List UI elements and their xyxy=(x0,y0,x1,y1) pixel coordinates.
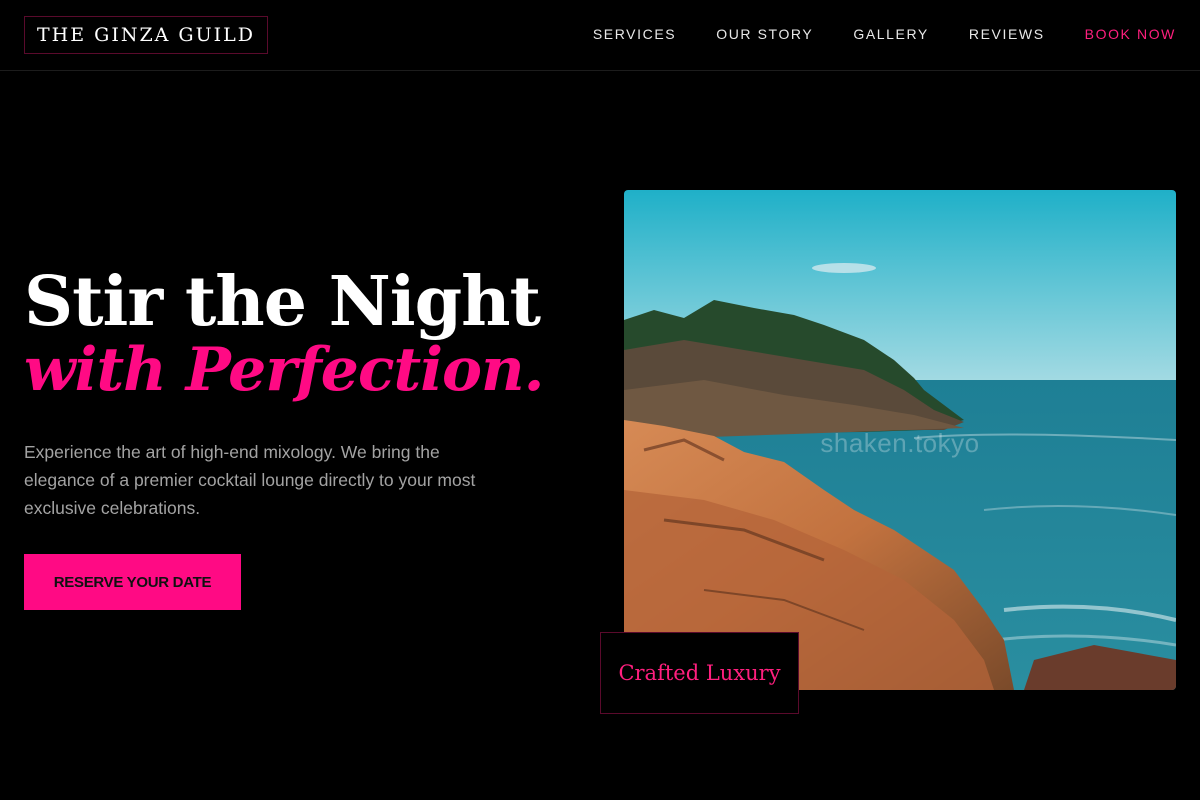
site-header: THE GINZA GUILD SERVICES OUR STORY GALLE… xyxy=(0,0,1200,71)
photo-caption: Crafted Luxury xyxy=(600,632,799,714)
watermark-text: shaken.tokyo xyxy=(820,428,980,458)
nav-reviews[interactable]: REVIEWS xyxy=(969,24,1045,44)
hero-title: Stir the Night with Perfection. xyxy=(24,268,584,400)
hero-description: Experience the art of high-end mixology.… xyxy=(24,442,476,518)
hero-title-line1: Stir the Night xyxy=(24,262,541,342)
nav-gallery[interactable]: GALLERY xyxy=(853,24,929,44)
reserve-date-button[interactable]: RESERVE YOUR DATE xyxy=(24,554,241,610)
hero-title-line2: with Perfection. xyxy=(24,335,545,405)
main-nav: SERVICES OUR STORY GALLERY REVIEWS BOOK … xyxy=(593,24,1176,44)
hero-photo: shaken.tokyo xyxy=(624,190,1176,690)
brand-logo[interactable]: THE GINZA GUILD xyxy=(24,16,268,54)
nav-services[interactable]: SERVICES xyxy=(593,24,676,44)
nav-book-now[interactable]: BOOK NOW xyxy=(1085,24,1176,44)
nav-our-story[interactable]: OUR STORY xyxy=(716,24,813,44)
